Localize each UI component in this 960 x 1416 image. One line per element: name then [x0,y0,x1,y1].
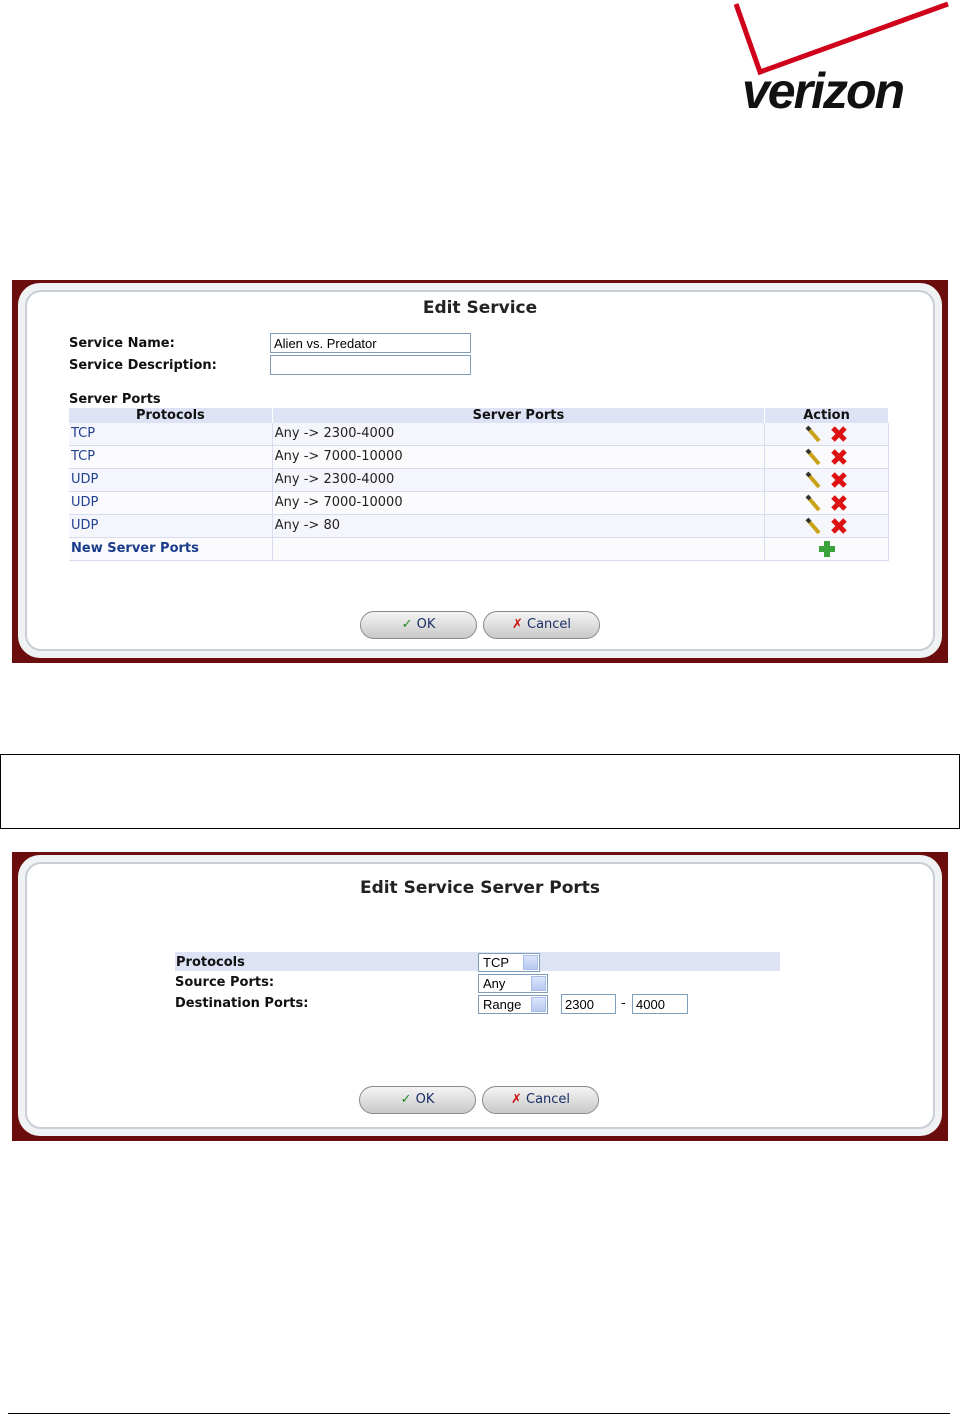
edit-server-ports-dialog: Edit Service Server Ports Protocols TCP … [12,852,948,1141]
empty-cell [272,537,766,561]
table-row: TCP Any -> 7000-10000 [69,445,889,469]
server-ports-cell: Any -> 7000-10000 [272,491,766,515]
ok-button[interactable]: ✓ OK [360,611,477,639]
edit-service-dialog: Edit Service Service Name: Alien vs. Pre… [12,280,948,663]
pencil-icon[interactable] [804,516,824,536]
table-row: TCP Any -> 2300-4000 [69,423,889,446]
protocols-select[interactable]: TCP [478,953,540,972]
service-description-label: Service Description: [69,358,217,373]
cancel-button[interactable]: ✗ Cancel [483,611,600,639]
protocols-label: Protocols [176,955,245,970]
action-cell [764,445,889,469]
service-description-input[interactable] [270,355,471,375]
table-row: UDP Any -> 7000-10000 [69,491,889,515]
column-header-server-ports: Server Ports [272,408,766,423]
dialog-title: Edit Service [422,298,538,318]
footer-divider [8,1413,950,1414]
red-x-icon[interactable] [829,424,849,444]
column-header-protocols: Protocols [69,408,273,423]
ok-button[interactable]: ✓ OK [359,1086,476,1114]
destination-ports-select[interactable]: Range [478,995,548,1014]
destination-ports-label: Destination Ports: [175,996,309,1011]
action-cell [764,514,889,538]
server-ports-cell: Any -> 2300-4000 [272,423,766,446]
table-row: UDP Any -> 2300-4000 [69,468,889,492]
service-name-label: Service Name: [69,336,175,351]
server-ports-cell: Any -> 2300-4000 [272,468,766,492]
green-plus-icon[interactable] [817,539,837,559]
verizon-logo: verizon [734,0,950,124]
red-x-icon[interactable] [829,516,849,536]
cancel-button[interactable]: ✗ Cancel [482,1086,599,1114]
pencil-icon[interactable] [804,493,824,513]
x-mark-icon: ✗ [510,1092,522,1107]
dialog-title: Edit Service Server Ports [359,878,601,898]
range-to-input[interactable]: 4000 [632,994,688,1014]
column-header-action: Action [764,408,889,423]
source-ports-label: Source Ports: [175,975,275,990]
pencil-icon[interactable] [804,470,824,490]
protocol-link[interactable]: TCP [69,445,273,469]
protocol-link[interactable]: UDP [69,514,273,538]
action-cell [764,537,889,561]
range-from-input[interactable]: 2300 [561,994,616,1014]
service-name-input[interactable]: Alien vs. Predator [270,333,471,353]
source-ports-select[interactable]: Any [478,974,548,993]
logo-wordmark: verizon [742,63,905,119]
range-separator: - [621,996,626,1011]
table-row: UDP Any -> 80 [69,514,889,538]
server-ports-label: Server Ports [69,392,161,407]
protocol-link[interactable]: UDP [69,468,273,492]
table-header: Protocols Server Ports Action [69,408,889,423]
checkmark-icon: ✓ [400,1092,412,1107]
note-box [0,754,960,829]
x-mark-icon: ✗ [511,617,523,632]
server-ports-table: Protocols Server Ports Action TCP Any ->… [69,408,889,561]
new-server-ports-link[interactable]: New Server Ports [69,537,273,561]
chevron-down-icon [531,976,546,991]
chevron-down-icon [523,955,538,970]
protocol-link[interactable]: UDP [69,491,273,515]
protocol-link[interactable]: TCP [69,423,273,446]
pencil-icon[interactable] [804,424,824,444]
action-cell [764,491,889,515]
checkmark-icon: ✓ [401,617,413,632]
red-x-icon[interactable] [829,493,849,513]
chevron-down-icon [531,997,546,1012]
server-ports-cell: Any -> 7000-10000 [272,445,766,469]
red-x-icon[interactable] [829,470,849,490]
pencil-icon[interactable] [804,447,824,467]
server-ports-cell: Any -> 80 [272,514,766,538]
action-cell [764,468,889,492]
red-x-icon[interactable] [829,447,849,467]
action-cell [764,423,889,446]
table-row: New Server Ports [69,537,889,561]
